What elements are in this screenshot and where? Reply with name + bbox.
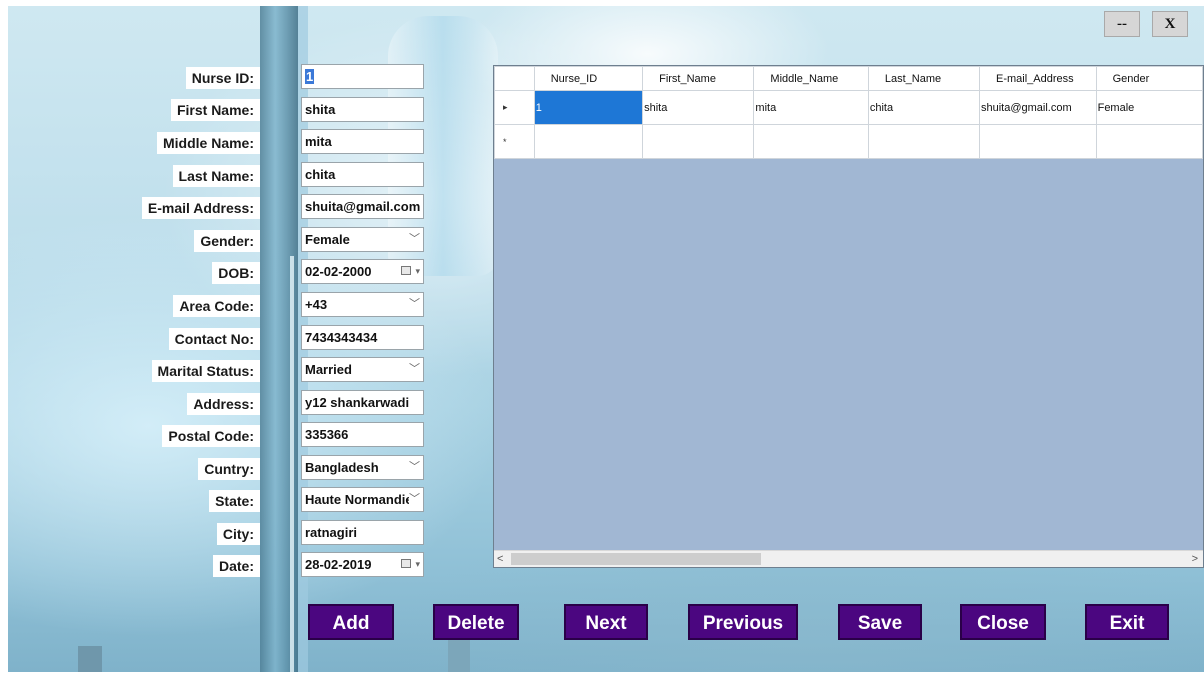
label-email: E-mail Address:	[141, 197, 260, 219]
next-button[interactable]: Next	[564, 604, 648, 640]
grid-cell[interactable]: shita	[642, 90, 755, 125]
grid-table: Nurse_ID First_Name Middle_Name Last_Nam…	[494, 66, 1203, 159]
add-button[interactable]: Add	[308, 604, 394, 640]
grid-cell[interactable]	[978, 124, 1097, 159]
close-button[interactable]: Close	[960, 604, 1046, 640]
grid-header-row: Nurse_ID First_Name Middle_Name Last_Nam…	[494, 66, 1203, 91]
label-gender: Gender:	[194, 230, 260, 252]
email-input[interactable]: shuita@gmail.com	[301, 194, 424, 219]
label-last-name: Last Name:	[172, 165, 260, 187]
label-date: Date:	[212, 555, 260, 577]
last-name-input[interactable]: chita	[301, 162, 424, 187]
label-middle-name: Middle Name:	[156, 132, 260, 154]
row-selector-current[interactable]: ▸	[494, 90, 535, 125]
column-header-nurse-id[interactable]: Nurse_ID	[533, 66, 644, 91]
exit-button[interactable]: Exit	[1085, 604, 1169, 640]
marital-status-select[interactable]: Married ﹀	[301, 357, 424, 382]
background-iv-tube	[290, 256, 294, 672]
label-address: Address:	[187, 393, 260, 415]
label-dob: DOB:	[212, 262, 260, 284]
area-code-select[interactable]: +43 ﹀	[301, 292, 424, 317]
previous-button[interactable]: Previous	[688, 604, 798, 640]
chevron-down-icon: ▾	[415, 266, 420, 276]
scrollbar-thumb[interactable]	[511, 553, 761, 565]
label-marital-status: Marital Status:	[151, 360, 260, 382]
grid-cell[interactable]	[1095, 124, 1203, 159]
nurse-id-input[interactable]: 1	[301, 64, 424, 89]
middle-name-input[interactable]: mita	[301, 129, 424, 154]
chevron-down-icon: ▾	[415, 559, 420, 569]
column-header-gender[interactable]: Gender	[1095, 66, 1203, 91]
chevron-down-icon: ﹀	[409, 363, 420, 375]
scroll-right-arrow-icon[interactable]: >	[1192, 551, 1198, 567]
city-input[interactable]: ratnagiri	[301, 520, 424, 545]
label-area-code: Area Code:	[173, 295, 260, 317]
state-value: Haute Normandie	[305, 492, 410, 507]
address-input[interactable]: y12 shankarwadi	[301, 390, 424, 415]
nurse-id-value: 1	[305, 69, 315, 84]
grid-cell[interactable]: chita	[867, 90, 980, 125]
label-nurse-id: Nurse ID:	[185, 67, 260, 89]
gender-value: Female	[305, 232, 350, 247]
chevron-down-icon: ﹀	[409, 298, 420, 310]
country-value: Bangladesh	[305, 460, 379, 475]
grid-cell[interactable]	[753, 124, 869, 159]
delete-button[interactable]: Delete	[433, 604, 519, 640]
close-window-button[interactable]: X	[1152, 11, 1188, 37]
contact-no-input[interactable]: 7434343434	[301, 325, 424, 350]
table-row[interactable]: ▸ 1 shita mita chita shuita@gmail.com Fe…	[494, 90, 1203, 125]
country-select[interactable]: Bangladesh ﹀	[301, 455, 424, 480]
label-postal-code: Postal Code:	[162, 425, 260, 447]
date-value: 28-02-2019	[305, 557, 372, 572]
grid-cell[interactable]	[642, 124, 755, 159]
dob-value: 02-02-2000	[305, 264, 372, 279]
grid-cell[interactable]	[533, 124, 644, 159]
calendar-icon	[401, 266, 411, 275]
column-header-email[interactable]: E-mail_Address	[978, 66, 1097, 91]
chevron-down-icon: ﹀	[409, 488, 420, 511]
label-country: Cuntry:	[198, 458, 260, 480]
label-contact-no: Contact No:	[168, 328, 260, 350]
chevron-down-icon: ﹀	[409, 233, 420, 245]
grid-cell[interactable]: mita	[753, 90, 869, 125]
background-stand-foot	[78, 646, 102, 672]
label-first-name: First Name:	[170, 99, 260, 121]
column-header-middle-name[interactable]: Middle_Name	[753, 66, 869, 91]
postal-code-input[interactable]: 335366	[301, 422, 424, 447]
scroll-left-arrow-icon[interactable]: <	[497, 551, 503, 567]
row-selector-new[interactable]: *	[494, 124, 535, 159]
chevron-down-icon: ﹀	[409, 461, 420, 473]
first-name-input[interactable]: shita	[301, 97, 424, 122]
minimize-button[interactable]: --	[1104, 11, 1140, 37]
grid-cell[interactable]: Female	[1095, 90, 1203, 125]
grid-cell[interactable]: shuita@gmail.com	[978, 90, 1097, 125]
column-header-last-name[interactable]: Last_Name	[867, 66, 980, 91]
grid-corner[interactable]	[494, 66, 535, 91]
dob-date-picker[interactable]: 02-02-2000 ▾	[301, 259, 424, 284]
nurse-data-grid[interactable]: Nurse_ID First_Name Middle_Name Last_Nam…	[493, 65, 1204, 568]
gender-select[interactable]: Female ﹀	[301, 227, 424, 252]
save-button[interactable]: Save	[838, 604, 922, 640]
label-city: City:	[216, 523, 260, 545]
grid-cell[interactable]	[867, 124, 980, 159]
calendar-icon	[401, 559, 411, 568]
column-header-first-name[interactable]: First_Name	[642, 66, 755, 91]
nurse-form-window: -- X Nurse ID: First Name: Middle Name: …	[8, 6, 1204, 672]
grid-cell[interactable]: 1	[533, 90, 644, 125]
state-select[interactable]: Haute Normandie ﹀	[301, 487, 424, 512]
area-code-value: +43	[305, 297, 328, 312]
label-state: State:	[209, 490, 260, 512]
new-row[interactable]: *	[494, 124, 1203, 159]
date-picker[interactable]: 28-02-2019 ▾	[301, 552, 424, 577]
marital-status-value: Married	[305, 362, 352, 377]
horizontal-scrollbar[interactable]: < >	[494, 550, 1203, 567]
